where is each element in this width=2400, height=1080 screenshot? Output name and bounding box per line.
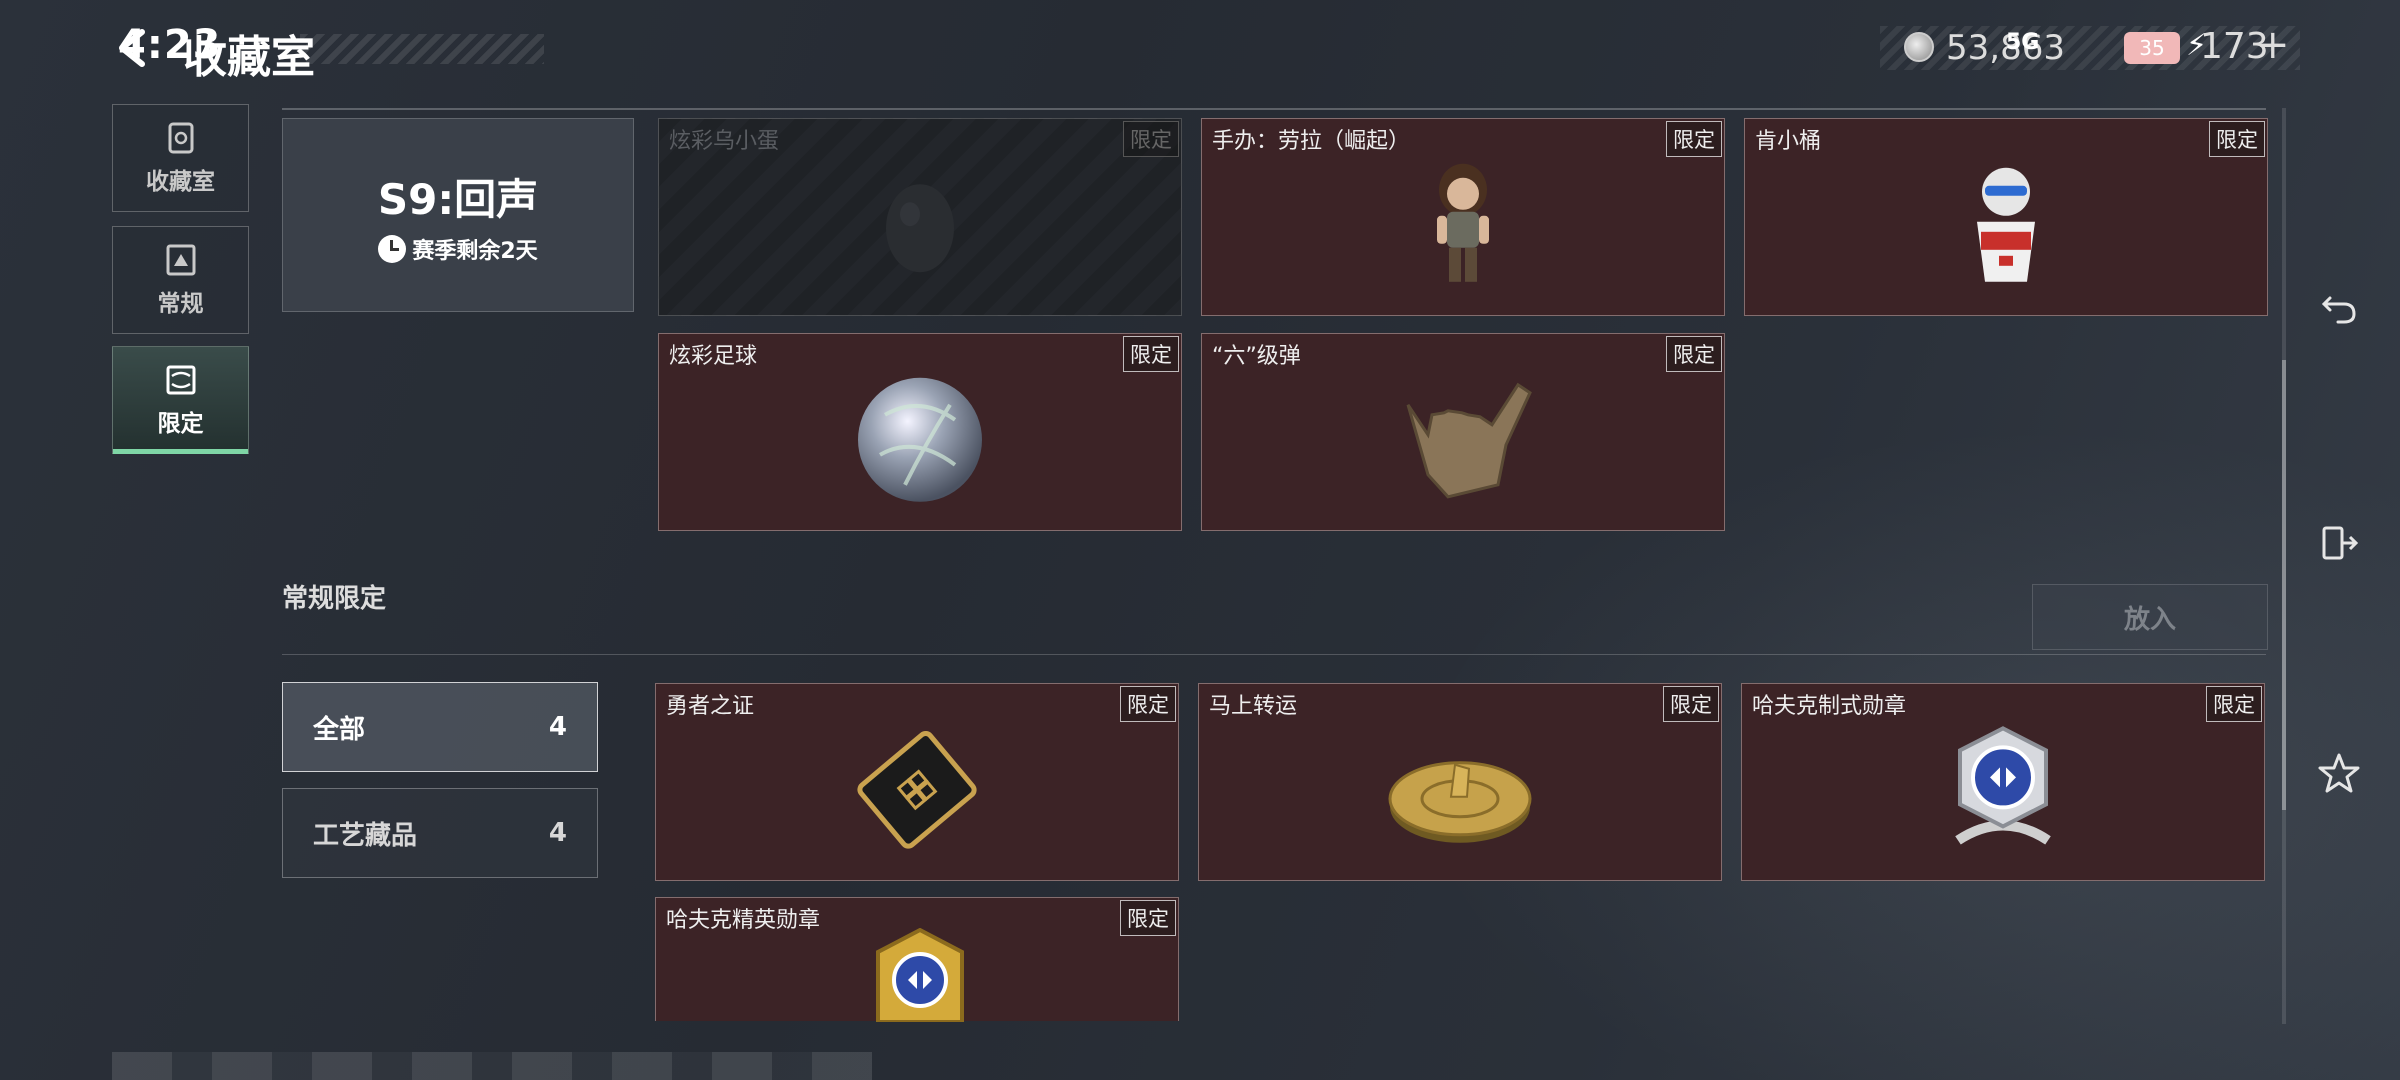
lucky-coin-icon: [1388, 761, 1532, 843]
limited-badge: 限定: [1120, 686, 1176, 722]
brave-card-icon: [857, 730, 977, 849]
haavk-standard-medal-icon: [1955, 726, 2051, 845]
item-name: 手办：劳拉（崛起）: [1212, 129, 1411, 154]
limited-badge: 限定: [1120, 900, 1176, 936]
filter-count: 4: [548, 712, 567, 742]
limited-badge: 限定: [2206, 686, 2262, 722]
collectible-card[interactable]: 手办：劳拉（崛起） 限定: [1201, 118, 1725, 316]
season-remaining-text: 赛季剩余2天: [412, 238, 538, 264]
lara-figure-icon: [1437, 163, 1489, 282]
put-in-button[interactable]: 放入: [2032, 584, 2268, 650]
collectible-card[interactable]: 马上转运 限定: [1198, 683, 1722, 881]
haavk-elite-medal-icon: [876, 928, 964, 1022]
nav-label: 限定: [157, 411, 204, 437]
nav-label: 收藏室: [146, 169, 215, 195]
nav-label: 常规: [157, 291, 204, 317]
clock-icon: [378, 234, 407, 263]
nav-item-regular[interactable]: 常规: [112, 226, 249, 334]
item-name: 勇者之证: [666, 694, 755, 719]
regular-icon: [166, 244, 195, 276]
limited-badge: 限定: [1666, 336, 1722, 372]
signal-indicator: 5G: [2006, 30, 2040, 55]
filter-all[interactable]: 全部 4: [282, 682, 598, 772]
screen-toggle-icon[interactable]: [2316, 520, 2362, 566]
item-name: 哈夫克精英勋章: [666, 908, 821, 933]
item-name: 哈夫克制式勋章: [1752, 694, 1907, 719]
battery-indicator: 35: [2124, 32, 2180, 64]
collectible-card[interactable]: 炫彩足球 限定: [658, 333, 1182, 531]
football-icon: [858, 377, 982, 502]
limited-badge: 限定: [1123, 121, 1179, 157]
bucket-figure-icon: [1977, 167, 2035, 282]
blurred-footer: [112, 1052, 872, 1080]
item-name: “六”级弹: [1212, 344, 1301, 369]
rotate-back-icon[interactable]: [2316, 284, 2362, 330]
filter-count: 4: [548, 818, 567, 848]
section-title: 常规限定: [282, 584, 387, 614]
filter-label: 工艺藏品: [313, 820, 418, 851]
collectible-card[interactable]: 勇者之证 限定: [655, 683, 1179, 881]
collectible-card[interactable]: 哈夫克精英勋章 限定: [655, 897, 1179, 1022]
divider: [282, 108, 2266, 110]
limited-badge: 限定: [2209, 121, 2265, 157]
item-name: 炫彩乌小蛋: [669, 129, 780, 154]
collectible-card[interactable]: 炫彩乌小蛋 限定: [658, 118, 1182, 316]
limited-badge: 限定: [1663, 686, 1719, 722]
limited-icon: [166, 365, 195, 395]
gesture-hand-icon: [1406, 382, 1532, 499]
season-remaining: 赛季剩余2天: [378, 233, 538, 265]
collectible-card[interactable]: 哈夫克制式勋章 限定: [1741, 683, 2265, 881]
season-card: S9:回声 赛季剩余2天: [282, 118, 634, 312]
divider: [282, 654, 2266, 655]
add-currency-button[interactable]: +: [2256, 22, 2290, 68]
season-name: S9:回声: [377, 174, 539, 224]
collection-icon: [168, 122, 193, 154]
nav-item-collection[interactable]: 收藏室: [112, 104, 249, 212]
collectible-card[interactable]: “六”级弹 限定: [1201, 333, 1725, 531]
nav-item-limited[interactable]: 限定: [112, 346, 249, 454]
filter-craft[interactable]: 工艺藏品 4: [282, 788, 598, 878]
coin-icon: [1904, 32, 1934, 62]
egg-figure-icon: [886, 184, 954, 273]
collectible-card[interactable]: 肯小桶 限定: [1744, 118, 2268, 316]
item-name: 肯小桶: [1755, 129, 1822, 154]
title-decoration: [300, 34, 544, 64]
limited-badge: 限定: [1123, 336, 1179, 372]
scrollbar-thumb[interactable]: [2282, 360, 2286, 810]
item-name: 马上转运: [1209, 694, 1298, 719]
limited-badge: 限定: [1666, 121, 1722, 157]
star-icon[interactable]: [2316, 750, 2362, 796]
item-name: 炫彩足球: [669, 344, 758, 369]
filter-label: 全部: [313, 714, 366, 745]
page-title: 收藏室: [183, 32, 315, 83]
